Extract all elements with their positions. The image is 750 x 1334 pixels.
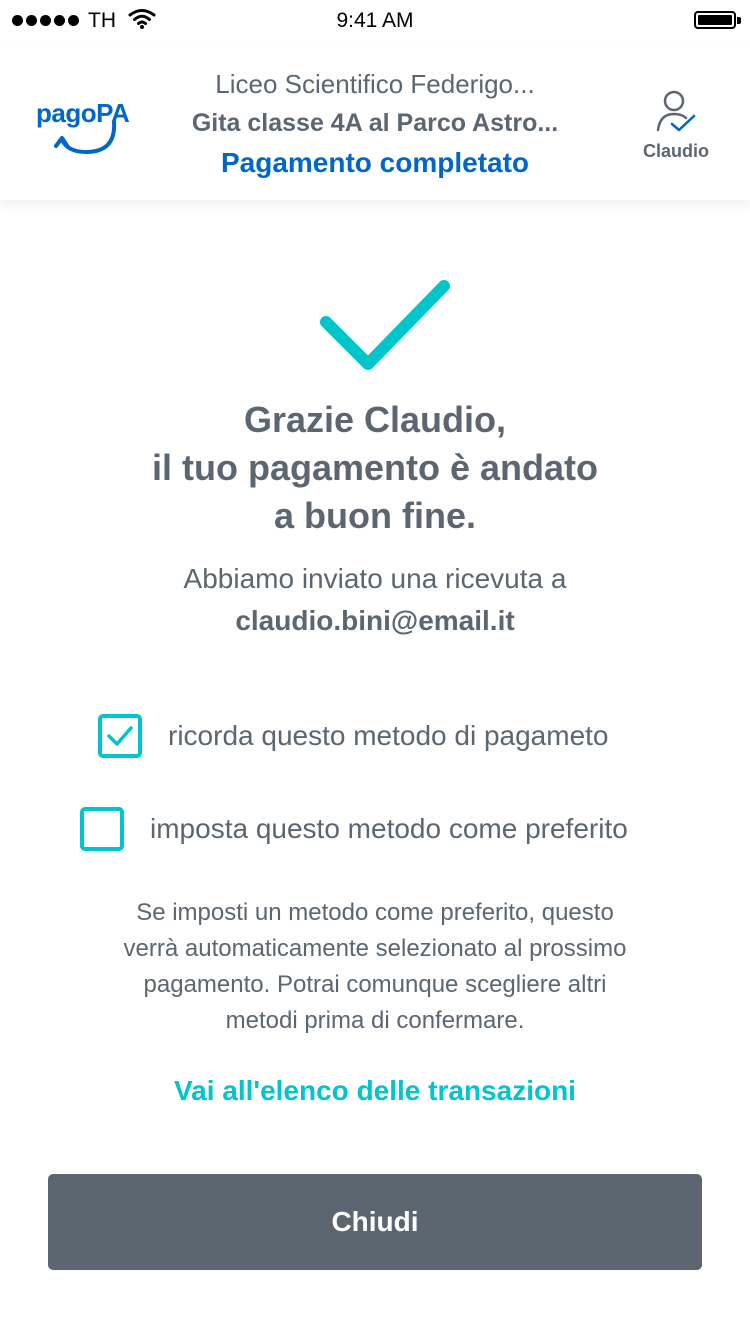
receipt-text: Abbiamo inviato una ricevuta a — [183, 563, 567, 594]
thanks-message: Grazie Claudio, il tuo pagamento è andat… — [75, 396, 675, 540]
status-bar: TH 9:41 AM — [0, 0, 750, 44]
pagopa-logo: pagoPA — [36, 98, 130, 158]
set-preferred-option[interactable]: imposta questo metodo come preferito — [80, 807, 628, 851]
status-time: 9:41 AM — [336, 9, 414, 32]
checkmark-icon — [320, 280, 450, 370]
set-preferred-checkbox[interactable] — [80, 807, 124, 851]
institution-name: Liceo Scientifico Federigo... — [215, 69, 535, 99]
remember-method-option[interactable]: ricorda questo metodo di pagameto — [98, 714, 609, 758]
close-button[interactable]: Chiudi — [48, 1174, 702, 1270]
receipt-email: claudio.bini@email.it — [235, 605, 515, 636]
payment-status: Pagamento completato — [220, 147, 530, 178]
remember-method-checkbox[interactable] — [98, 714, 142, 758]
note-line: verrà automaticamente selezionato al pro… — [123, 935, 627, 962]
preferred-method-note: Se imposti un metodo come preferito, que… — [75, 895, 675, 1039]
transactions-link[interactable]: Vai all'elenco delle transazioni — [75, 1075, 675, 1107]
user-name: Claudio — [643, 141, 709, 161]
header: pagoPA Liceo Scientifico Federigo... Git… — [0, 44, 750, 200]
logo-arc-icon — [54, 120, 117, 155]
set-preferred-label: imposta questo metodo come preferito — [150, 813, 628, 844]
thanks-line: Grazie Claudio, — [243, 399, 507, 440]
check-icon — [107, 726, 133, 746]
note-line: Se imposti un metodo come preferito, que… — [136, 899, 614, 926]
battery-fill — [698, 15, 732, 25]
header-info: Liceo Scientifico Federigo... Gita class… — [150, 66, 600, 182]
note-line: metodi prima di confermare. — [225, 1007, 525, 1034]
user-verified-icon — [656, 90, 696, 132]
thanks-line: a buon fine. — [274, 495, 476, 536]
receipt-info: Abbiamo inviato una ricevuta a claudio.b… — [75, 558, 675, 642]
thanks-line: il tuo pagamento è andato — [151, 447, 599, 488]
battery-icon — [694, 11, 736, 29]
remember-method-label: ricorda questo metodo di pagameto — [168, 720, 609, 751]
user-profile-button[interactable]: Claudio — [636, 90, 716, 162]
note-line: pagamento. Potrai comunque scegliere alt… — [143, 971, 607, 998]
battery-tip — [737, 17, 741, 24]
payment-subject: Gita classe 4A al Parco Astro... — [191, 109, 559, 137]
